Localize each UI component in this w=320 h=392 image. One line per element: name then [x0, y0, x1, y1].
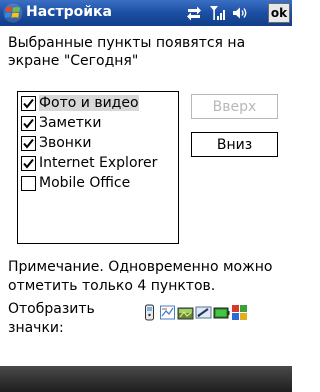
- bottom-menu-bar[interactable]: [0, 366, 292, 392]
- status-icons-row: [141, 304, 249, 321]
- battery-icon: [213, 304, 230, 321]
- list-item-internet-explorer[interactable]: Internet Explorer: [21, 153, 160, 173]
- list-item-mobile-office[interactable]: Mobile Office: [21, 173, 133, 193]
- list-item-label: Фото и видео: [39, 95, 139, 111]
- show-icons-label: Отобразить значки:: [8, 301, 95, 336]
- speaker-icon[interactable]: [231, 4, 249, 22]
- list-item-label: Заметки: [39, 115, 102, 131]
- list-item-notes[interactable]: Заметки: [21, 113, 104, 133]
- title-bar: Настройка ok: [0, 0, 292, 26]
- checkbox-internet-explorer[interactable]: [21, 155, 36, 171]
- move-down-button[interactable]: Вниз: [191, 132, 278, 157]
- pen-icon: [195, 304, 212, 321]
- list-item-label: Mobile Office: [39, 175, 131, 191]
- list-item-label: Звонки: [39, 135, 92, 151]
- camera-icon: [177, 304, 194, 321]
- window-title: Настройка: [26, 4, 112, 20]
- windows-logo-icon[interactable]: [3, 3, 23, 23]
- today-items-list[interactable]: Фото и видео Заметки Звонки Internet Exp…: [17, 91, 179, 244]
- ok-button[interactable]: ok: [268, 3, 290, 23]
- checkbox-notes[interactable]: [21, 115, 36, 131]
- checkbox-mobile-office[interactable]: [21, 175, 36, 191]
- office-icon: [231, 304, 248, 321]
- phone-icon: [141, 304, 158, 321]
- checkbox-photo-video[interactable]: [21, 95, 36, 111]
- checkbox-calls[interactable]: [21, 135, 36, 151]
- sync-icon[interactable]: [185, 4, 203, 22]
- instruction-text: Выбранные пункты появятся на экране "Сег…: [8, 35, 246, 69]
- list-item-calls[interactable]: Звонки: [21, 133, 95, 153]
- move-up-button[interactable]: Вверх: [191, 94, 278, 119]
- list-item-photo-video[interactable]: Фото и видео: [21, 93, 142, 113]
- notes-icon: [159, 304, 176, 321]
- list-item-label: Internet Explorer: [39, 155, 158, 171]
- note-text: Примечание. Одновременно можно отметить …: [8, 259, 273, 294]
- signal-icon[interactable]: [208, 4, 226, 22]
